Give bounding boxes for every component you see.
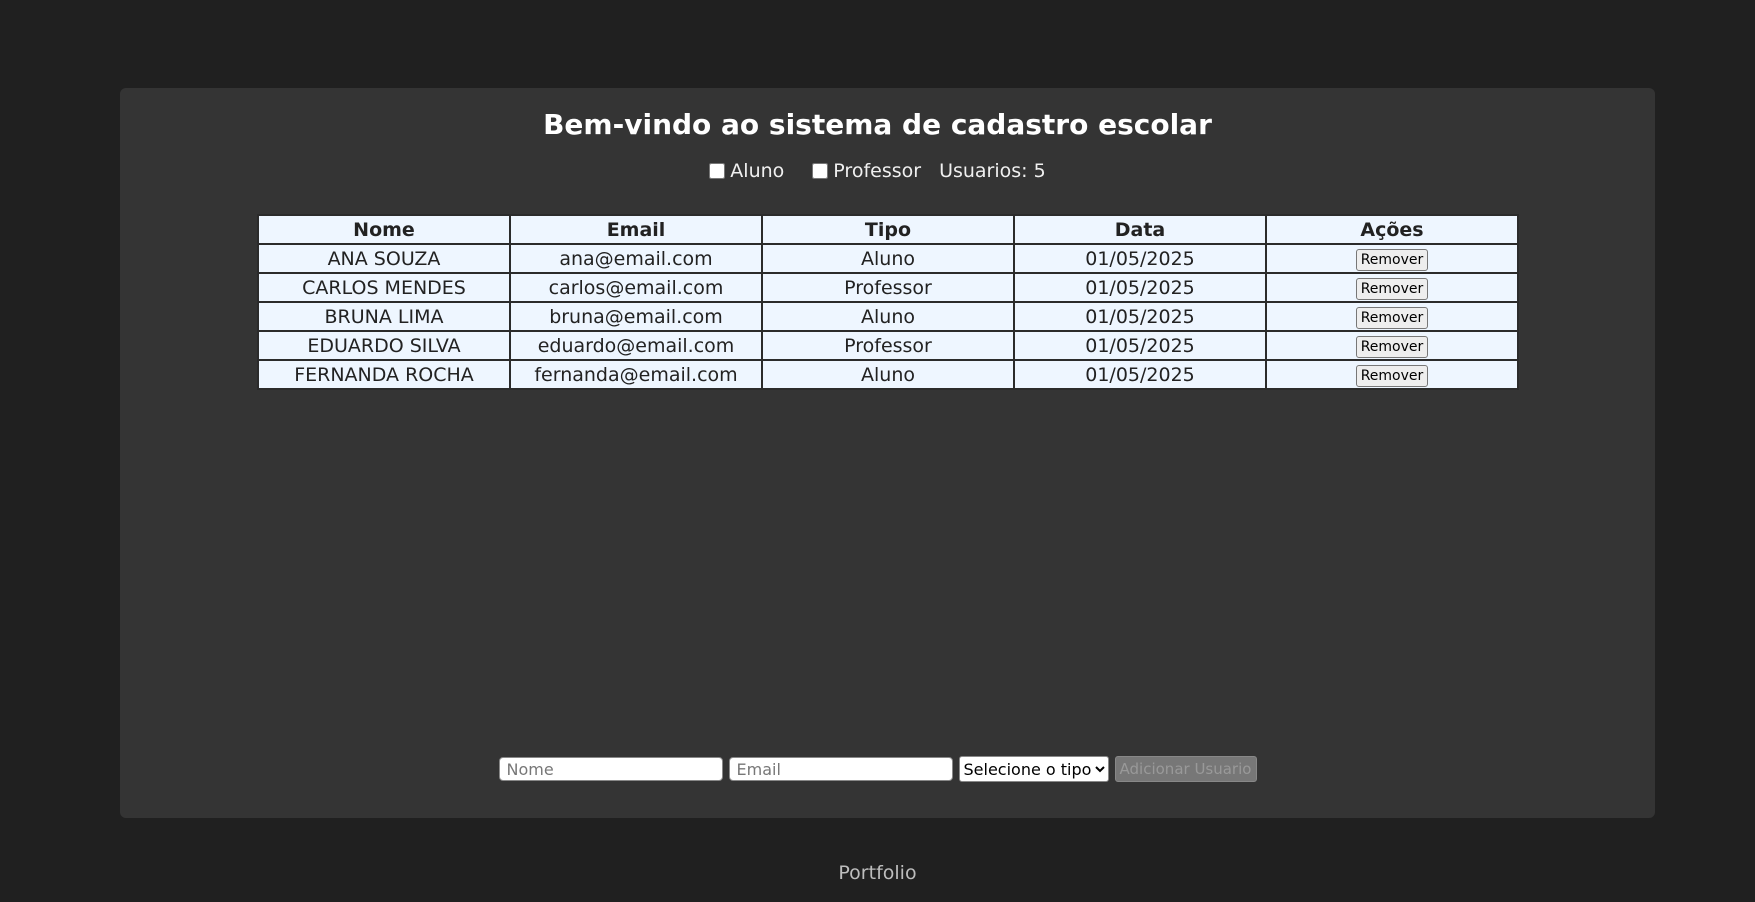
column-header-nome: Nome — [259, 216, 509, 243]
footer-portfolio-link[interactable]: Portfolio — [0, 862, 1755, 884]
column-header-email: Email — [511, 216, 761, 243]
remove-button[interactable]: Remover — [1355, 306, 1429, 329]
user-count: Usuarios: 5 — [939, 160, 1046, 182]
name-input[interactable] — [498, 757, 723, 781]
cell-email: bruna@email.com — [511, 303, 761, 330]
filter-professor-checkbox[interactable] — [812, 163, 829, 179]
table-row: ANA SOUZA ana@email.com Aluno 01/05/2025… — [259, 245, 1517, 272]
cell-acoes: Remover — [1267, 361, 1517, 388]
remove-button[interactable]: Remover — [1355, 277, 1429, 300]
cell-nome: FERNANDA ROCHA — [259, 361, 509, 388]
cell-data: 01/05/2025 — [1015, 303, 1265, 330]
cell-email: eduardo@email.com — [511, 332, 761, 359]
users-table: Nome Email Tipo Data Ações ANA SOUZA ana… — [257, 214, 1519, 390]
cell-tipo: Aluno — [763, 361, 1013, 388]
cell-nome: CARLOS MENDES — [259, 274, 509, 301]
add-user-button[interactable]: Adicionar Usuario — [1114, 756, 1257, 782]
column-header-acoes: Ações — [1267, 216, 1517, 243]
table-row: FERNANDA ROCHA fernanda@email.com Aluno … — [259, 361, 1517, 388]
cell-data: 01/05/2025 — [1015, 361, 1265, 388]
cell-acoes: Remover — [1267, 274, 1517, 301]
cell-tipo: Professor — [763, 332, 1013, 359]
table-row: BRUNA LIMA bruna@email.com Aluno 01/05/2… — [259, 303, 1517, 330]
filter-aluno-checkbox[interactable] — [709, 163, 726, 179]
cell-data: 01/05/2025 — [1015, 274, 1265, 301]
table-row: CARLOS MENDES carlos@email.com Professor… — [259, 274, 1517, 301]
cell-data: 01/05/2025 — [1015, 245, 1265, 272]
filter-professor-label: Professor — [833, 160, 922, 182]
table-header-row: Nome Email Tipo Data Ações — [259, 216, 1517, 243]
remove-button[interactable]: Remover — [1355, 364, 1429, 387]
cell-data: 01/05/2025 — [1015, 332, 1265, 359]
filter-aluno[interactable]: Aluno — [709, 160, 784, 182]
filter-professor[interactable]: Professor — [812, 160, 921, 182]
cell-tipo: Aluno — [763, 303, 1013, 330]
cell-email: fernanda@email.com — [511, 361, 761, 388]
email-input[interactable] — [728, 757, 953, 781]
type-select[interactable]: Selecione o tipo — [958, 756, 1109, 782]
remove-button[interactable]: Remover — [1355, 248, 1429, 271]
cell-acoes: Remover — [1267, 303, 1517, 330]
cell-nome: BRUNA LIMA — [259, 303, 509, 330]
filter-aluno-label: Aluno — [730, 160, 785, 182]
add-user-form: Selecione o tipo Adicionar Usuario — [0, 756, 1755, 782]
cell-acoes: Remover — [1267, 245, 1517, 272]
page-title: Bem-vindo ao sistema de cadastro escolar — [543, 108, 1212, 141]
cell-tipo: Professor — [763, 274, 1013, 301]
column-header-data: Data — [1015, 216, 1265, 243]
cell-email: ana@email.com — [511, 245, 761, 272]
cell-nome: EDUARDO SILVA — [259, 332, 509, 359]
main-card — [120, 88, 1655, 818]
cell-nome: ANA SOUZA — [259, 245, 509, 272]
table-row: EDUARDO SILVA eduardo@email.com Professo… — [259, 332, 1517, 359]
cell-tipo: Aluno — [763, 245, 1013, 272]
filter-bar: Aluno Professor Usuarios: 5 — [0, 160, 1755, 182]
column-header-tipo: Tipo — [763, 216, 1013, 243]
cell-acoes: Remover — [1267, 332, 1517, 359]
remove-button[interactable]: Remover — [1355, 335, 1429, 358]
cell-email: carlos@email.com — [511, 274, 761, 301]
